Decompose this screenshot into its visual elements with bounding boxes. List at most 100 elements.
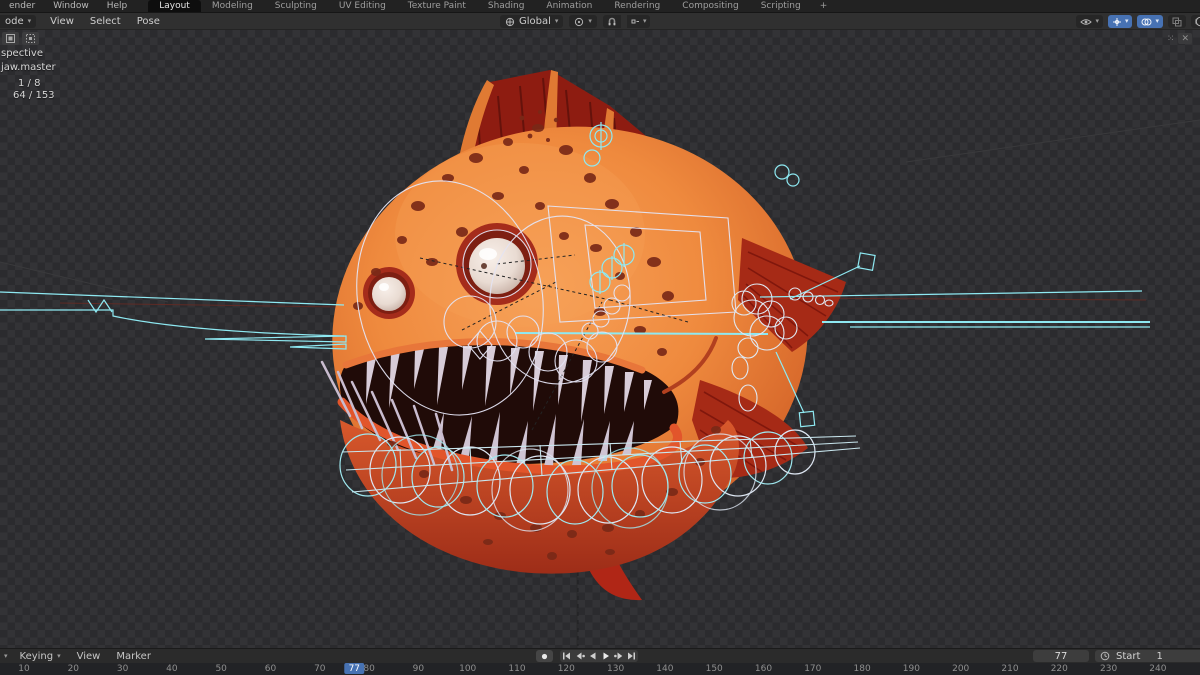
ruler-frame-label: 20 <box>68 664 79 674</box>
topbar-menus: enderWindowHelp <box>0 1 136 11</box>
shading-mode-button[interactable] <box>1191 15 1200 28</box>
ruler-frame-label: 230 <box>1100 664 1117 674</box>
ruler-frame-label: 100 <box>459 664 476 674</box>
fish-mesh <box>312 70 846 600</box>
topbar: enderWindowHelp LayoutModelingSculptingU… <box>0 0 1200 13</box>
transform-orientation-dropdown[interactable]: Global ▾ <box>500 15 563 28</box>
gizmo-icon <box>1112 17 1122 27</box>
tab-compositing[interactable]: Compositing <box>671 0 749 12</box>
viewport-header-menus: ViewSelectPose <box>42 16 168 27</box>
ruler-frame-label: 160 <box>755 664 772 674</box>
editor-type-chevron-icon[interactable]: ▾ <box>0 653 12 660</box>
ruler-frame-label: 140 <box>656 664 673 674</box>
eye-icon <box>1080 17 1092 27</box>
play-reverse-button[interactable] <box>586 650 599 662</box>
3d-viewport[interactable]: spective jaw.master 1 / 8 64 / 153 ⁙ ✕ <box>0 30 1200 648</box>
jump-to-end-button[interactable] <box>625 650 638 662</box>
chevron-down-icon: ▾ <box>588 18 592 25</box>
ruler-frame-label: 110 <box>508 664 525 674</box>
menu-ender[interactable]: ender <box>0 1 44 11</box>
ruler-frame-label: 60 <box>265 664 276 674</box>
ruler-frame-label: 70 <box>314 664 325 674</box>
view-perspective-label: spective <box>1 48 43 59</box>
timeline-menus: Keying▾ViewMarker <box>12 651 159 662</box>
playback-transport <box>536 650 638 662</box>
orientation-label: Global <box>519 16 551 27</box>
viewport-stats: 1 / 8 64 / 153 <box>13 78 55 102</box>
menu-window[interactable]: Window <box>44 1 98 11</box>
timeline-menu-marker[interactable]: Marker <box>108 651 159 662</box>
ruler-frame-label: 210 <box>1001 664 1018 674</box>
current-frame-field[interactable]: 77 <box>1033 650 1089 662</box>
xray-toggle[interactable] <box>1168 15 1186 28</box>
ruler-frame-label: 80 <box>363 664 374 674</box>
show-gizmo-toggle[interactable]: ▾ <box>1108 15 1133 28</box>
chevron-down-icon: ▾ <box>555 18 559 25</box>
frame-controls: 77 Start 1 <box>1033 650 1200 662</box>
timeline-menu-keying[interactable]: Keying▾ <box>12 651 69 662</box>
editor-type-icon[interactable] <box>2 32 19 45</box>
jump-to-start-button[interactable] <box>560 650 573 662</box>
auto-keying-button[interactable] <box>536 650 553 662</box>
tab-rendering[interactable]: Rendering <box>603 0 671 12</box>
ruler-frame-label: 130 <box>607 664 624 674</box>
ruler-frame-label: 190 <box>903 664 920 674</box>
timeline-header: ▾ Keying▾ViewMarker <box>0 648 1200 663</box>
tab-shading[interactable]: Shading <box>477 0 536 12</box>
viewport-info-text: spective jaw.master <box>1 47 56 75</box>
object-visibility-dropdown[interactable]: ▾ <box>1076 15 1103 28</box>
tab-modeling[interactable]: Modeling <box>201 0 264 12</box>
stats-line-2: 64 / 153 <box>13 90 55 102</box>
workspace-tabs: LayoutModelingSculptingUV EditingTexture… <box>148 0 812 13</box>
ruler-frame-label: 220 <box>1051 664 1068 674</box>
mode-dropdown-label: ode <box>5 16 24 27</box>
options-icon[interactable]: ⁙ <box>1167 34 1175 44</box>
snap-settings-dropdown[interactable]: ▾ <box>627 15 651 28</box>
tab-uv-editing[interactable]: UV Editing <box>328 0 397 12</box>
timeline-menu-view[interactable]: View <box>69 651 109 662</box>
show-overlays-toggle[interactable]: ▾ <box>1137 15 1163 28</box>
start-frame-field[interactable]: Start 1 <box>1095 650 1200 662</box>
viewport-menu-view[interactable]: View <box>42 16 82 27</box>
next-keyframe-button[interactable] <box>612 650 625 662</box>
timeline-ruler[interactable]: 77 1020304050607080901001101201301401501… <box>0 663 1200 675</box>
mode-dropdown[interactable]: ode ▾ <box>0 15 36 28</box>
start-label: Start <box>1116 651 1140 662</box>
viewport-menu-pose[interactable]: Pose <box>129 16 168 27</box>
tool-settings-icon[interactable] <box>22 32 39 45</box>
viewport-menu-select[interactable]: Select <box>82 16 129 27</box>
previous-keyframe-button[interactable] <box>573 650 586 662</box>
magnet-icon <box>607 17 617 27</box>
ruler-frame-label: 50 <box>215 664 226 674</box>
viewport-topright-icons: ⁙ ✕ <box>1167 33 1192 44</box>
xray-icon <box>1172 17 1182 27</box>
play-button[interactable] <box>599 650 612 662</box>
fish-eye-left <box>363 267 415 319</box>
tab-scripting[interactable]: Scripting <box>750 0 812 12</box>
tab-sculpting[interactable]: Sculpting <box>264 0 328 12</box>
snap-toggle-button[interactable] <box>603 15 621 28</box>
viewport-corner-icons <box>2 32 39 45</box>
transport-buttons <box>560 650 638 662</box>
active-bone-label: jaw.master <box>1 62 56 73</box>
playhead-badge[interactable]: 77 <box>345 663 364 674</box>
viewport-header: ode ▾ ViewSelectPose Global ▾ ▾ <box>0 13 1200 30</box>
ruler-frame-label: 170 <box>804 664 821 674</box>
tab-texture-paint[interactable]: Texture Paint <box>397 0 477 12</box>
add-workspace-button[interactable]: + <box>812 1 836 11</box>
chevron-down-icon: ▾ <box>1125 18 1129 25</box>
chevron-down-icon: ▾ <box>1155 18 1159 25</box>
ruler-frame-label: 180 <box>854 664 871 674</box>
ruler-frame-label: 30 <box>117 664 128 674</box>
close-icon[interactable]: ✕ <box>1178 33 1192 44</box>
menu-help[interactable]: Help <box>98 1 137 11</box>
clock-icon <box>1100 651 1110 661</box>
start-value: 1 <box>1156 651 1162 662</box>
record-icon <box>541 653 548 660</box>
chevron-down-icon: ▾ <box>643 18 647 25</box>
tab-layout[interactable]: Layout <box>148 0 201 12</box>
chevron-down-icon: ▾ <box>28 18 32 25</box>
pivot-point-dropdown[interactable]: ▾ <box>569 15 597 28</box>
snap-increment-icon <box>631 17 640 26</box>
tab-animation[interactable]: Animation <box>535 0 603 12</box>
